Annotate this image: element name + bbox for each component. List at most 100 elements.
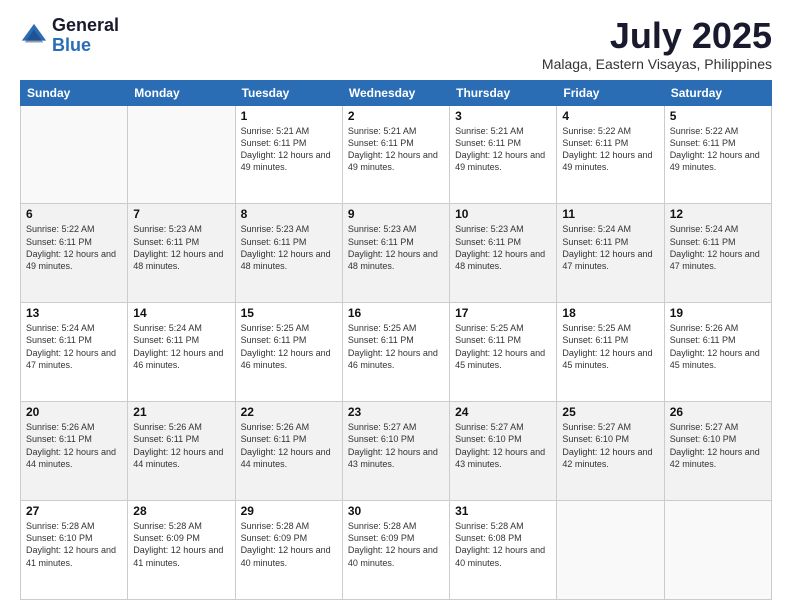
day-number: 6 bbox=[26, 207, 122, 221]
day-cell: 29Sunrise: 5:28 AMSunset: 6:09 PMDayligh… bbox=[235, 501, 342, 600]
page: General Blue July 2025 Malaga, Eastern V… bbox=[0, 0, 792, 612]
col-header-sunday: Sunday bbox=[21, 80, 128, 105]
day-info: Sunrise: 5:24 AMSunset: 6:11 PMDaylight:… bbox=[26, 322, 122, 371]
day-number: 17 bbox=[455, 306, 551, 320]
day-cell: 11 Sunrise: 5:24 AMSunset: 6:11 PMDayligh… bbox=[557, 204, 664, 303]
day-cell: 13Sunrise: 5:24 AMSunset: 6:11 PMDayligh… bbox=[21, 303, 128, 402]
calendar-subtitle: Malaga, Eastern Visayas, Philippines bbox=[542, 56, 772, 72]
col-header-monday: Monday bbox=[128, 80, 235, 105]
col-header-friday: Friday bbox=[557, 80, 664, 105]
day-info: Sunrise: 5:27 AMSunset: 6:10 PMDaylight:… bbox=[348, 421, 444, 470]
day-cell: 24 Sunrise: 5:27 AMSunset: 6:10 PMDayligh… bbox=[450, 402, 557, 501]
logo-text: General Blue bbox=[52, 16, 119, 56]
week-row-1: 1Sunrise: 5:21 AMSunset: 6:11 PMDaylight… bbox=[21, 105, 772, 204]
day-cell: 30Sunrise: 5:28 AMSunset: 6:09 PMDayligh… bbox=[342, 501, 449, 600]
week-row-5: 27Sunrise: 5:28 AMSunset: 6:10 PMDayligh… bbox=[21, 501, 772, 600]
day-cell: 16 Sunrise: 5:25 AMSunset: 6:11 PMDayligh… bbox=[342, 303, 449, 402]
day-cell: 31 Sunrise: 5:28 AMSunset: 6:08 PMDayligh… bbox=[450, 501, 557, 600]
day-cell bbox=[557, 501, 664, 600]
day-number: 3 bbox=[455, 109, 551, 123]
day-number: 25 bbox=[562, 405, 658, 419]
day-number: 9 bbox=[348, 207, 444, 221]
title-block: July 2025 Malaga, Eastern Visayas, Phili… bbox=[542, 16, 772, 72]
day-info: Sunrise: 5:26 AMSunset: 6:11 PMDaylight:… bbox=[241, 421, 337, 470]
day-number: 12 bbox=[670, 207, 766, 221]
day-info: Sunrise: 5:21 AMSunset: 6:11 PMDaylight:… bbox=[241, 125, 337, 174]
day-info: Sunrise: 5:23 AMSunset: 6:11 PMDaylight:… bbox=[348, 223, 444, 272]
day-number: 28 bbox=[133, 504, 229, 518]
day-info: Sunrise: 5:22 AMSunset: 6:11 PMDaylight:… bbox=[670, 125, 766, 174]
calendar-title: July 2025 bbox=[542, 16, 772, 56]
day-number: 26 bbox=[670, 405, 766, 419]
col-header-tuesday: Tuesday bbox=[235, 80, 342, 105]
day-number: 8 bbox=[241, 207, 337, 221]
day-info: Sunrise: 5:26 AMSunset: 6:11 PMDaylight:… bbox=[26, 421, 122, 470]
col-header-thursday: Thursday bbox=[450, 80, 557, 105]
day-info: Sunrise: 5:28 AMSunset: 6:10 PMDaylight:… bbox=[26, 520, 122, 569]
day-number: 10 bbox=[455, 207, 551, 221]
day-info: Sunrise: 5:23 AMSunset: 6:11 PMDaylight:… bbox=[133, 223, 229, 272]
calendar-table: SundayMondayTuesdayWednesdayThursdayFrid… bbox=[20, 80, 772, 600]
day-cell: 12 Sunrise: 5:24 AMSunset: 6:11 PMDayligh… bbox=[664, 204, 771, 303]
day-number: 24 bbox=[455, 405, 551, 419]
day-info: Sunrise: 5:23 AMSunset: 6:11 PMDaylight:… bbox=[241, 223, 337, 272]
logo: General Blue bbox=[20, 16, 119, 56]
logo-general: General bbox=[52, 16, 119, 36]
day-info: Sunrise: 5:21 AMSunset: 6:11 PMDaylight:… bbox=[455, 125, 551, 174]
day-number: 31 bbox=[455, 504, 551, 518]
day-cell bbox=[21, 105, 128, 204]
day-cell: 1Sunrise: 5:21 AMSunset: 6:11 PMDaylight… bbox=[235, 105, 342, 204]
day-cell bbox=[664, 501, 771, 600]
day-info: Sunrise: 5:24 AMSunset: 6:11 PMDaylight:… bbox=[562, 223, 658, 272]
day-info: Sunrise: 5:25 AMSunset: 6:11 PMDaylight:… bbox=[348, 322, 444, 371]
day-number: 2 bbox=[348, 109, 444, 123]
day-cell: 25 Sunrise: 5:27 AMSunset: 6:10 PMDayligh… bbox=[557, 402, 664, 501]
day-info: Sunrise: 5:28 AMSunset: 6:08 PMDaylight:… bbox=[455, 520, 551, 569]
day-cell: 21 Sunrise: 5:26 AMSunset: 6:11 PMDayligh… bbox=[128, 402, 235, 501]
week-row-4: 20 Sunrise: 5:26 AMSunset: 6:11 PMDayligh… bbox=[21, 402, 772, 501]
day-cell: 5Sunrise: 5:22 AMSunset: 6:11 PMDaylight… bbox=[664, 105, 771, 204]
day-info: Sunrise: 5:28 AMSunset: 6:09 PMDaylight:… bbox=[133, 520, 229, 569]
day-info: Sunrise: 5:27 AMSunset: 6:10 PMDaylight:… bbox=[562, 421, 658, 470]
day-info: Sunrise: 5:24 AMSunset: 6:11 PMDaylight:… bbox=[670, 223, 766, 272]
col-header-saturday: Saturday bbox=[664, 80, 771, 105]
day-cell: 23 Sunrise: 5:27 AMSunset: 6:10 PMDayligh… bbox=[342, 402, 449, 501]
day-cell: 3 Sunrise: 5:21 AMSunset: 6:11 PMDaylight… bbox=[450, 105, 557, 204]
day-info: Sunrise: 5:23 AMSunset: 6:11 PMDaylight:… bbox=[455, 223, 551, 272]
day-info: Sunrise: 5:28 AMSunset: 6:09 PMDaylight:… bbox=[348, 520, 444, 569]
day-number: 21 bbox=[133, 405, 229, 419]
day-number: 11 bbox=[562, 207, 658, 221]
logo-blue: Blue bbox=[52, 36, 119, 56]
day-info: Sunrise: 5:25 AMSunset: 6:11 PMDaylight:… bbox=[241, 322, 337, 371]
day-cell: 28 Sunrise: 5:28 AMSunset: 6:09 PMDayligh… bbox=[128, 501, 235, 600]
col-header-wednesday: Wednesday bbox=[342, 80, 449, 105]
day-cell: 10 Sunrise: 5:23 AMSunset: 6:11 PMDayligh… bbox=[450, 204, 557, 303]
day-cell: 19Sunrise: 5:26 AMSunset: 6:11 PMDayligh… bbox=[664, 303, 771, 402]
day-info: Sunrise: 5:26 AMSunset: 6:11 PMDaylight:… bbox=[670, 322, 766, 371]
day-cell: 17 Sunrise: 5:25 AMSunset: 6:11 PMDayligh… bbox=[450, 303, 557, 402]
day-cell: 18Sunrise: 5:25 AMSunset: 6:11 PMDayligh… bbox=[557, 303, 664, 402]
day-info: Sunrise: 5:22 AMSunset: 6:11 PMDaylight:… bbox=[26, 223, 122, 272]
day-number: 29 bbox=[241, 504, 337, 518]
day-cell: 9 Sunrise: 5:23 AMSunset: 6:11 PMDaylight… bbox=[342, 204, 449, 303]
day-number: 20 bbox=[26, 405, 122, 419]
week-row-3: 13Sunrise: 5:24 AMSunset: 6:11 PMDayligh… bbox=[21, 303, 772, 402]
day-info: Sunrise: 5:21 AMSunset: 6:11 PMDaylight:… bbox=[348, 125, 444, 174]
day-cell: 22Sunrise: 5:26 AMSunset: 6:11 PMDayligh… bbox=[235, 402, 342, 501]
day-number: 23 bbox=[348, 405, 444, 419]
day-info: Sunrise: 5:25 AMSunset: 6:11 PMDaylight:… bbox=[455, 322, 551, 371]
day-number: 16 bbox=[348, 306, 444, 320]
day-cell: 27Sunrise: 5:28 AMSunset: 6:10 PMDayligh… bbox=[21, 501, 128, 600]
day-number: 14 bbox=[133, 306, 229, 320]
day-cell: 15 Sunrise: 5:25 AMSunset: 6:11 PMDayligh… bbox=[235, 303, 342, 402]
day-cell: 6 Sunrise: 5:22 AMSunset: 6:11 PMDaylight… bbox=[21, 204, 128, 303]
day-info: Sunrise: 5:27 AMSunset: 6:10 PMDaylight:… bbox=[455, 421, 551, 470]
day-info: Sunrise: 5:26 AMSunset: 6:11 PMDaylight:… bbox=[133, 421, 229, 470]
day-number: 7 bbox=[133, 207, 229, 221]
day-number: 18 bbox=[562, 306, 658, 320]
day-number: 15 bbox=[241, 306, 337, 320]
header-row: SundayMondayTuesdayWednesdayThursdayFrid… bbox=[21, 80, 772, 105]
day-info: Sunrise: 5:27 AMSunset: 6:10 PMDaylight:… bbox=[670, 421, 766, 470]
day-cell: 14Sunrise: 5:24 AMSunset: 6:11 PMDayligh… bbox=[128, 303, 235, 402]
logo-icon bbox=[20, 22, 48, 50]
